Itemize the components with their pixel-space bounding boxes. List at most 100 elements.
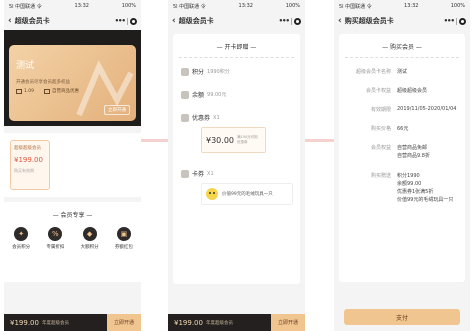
divider-stripe	[141, 139, 168, 142]
gift-coupon-row: 优惠券 X1	[173, 99, 300, 122]
benefits-title-text: 会员专享	[60, 212, 85, 219]
purchase-row: 会员卡权益 超级超级会员	[339, 75, 465, 94]
capsule-divider	[127, 17, 128, 25]
status-bar: 5l 中国联通 令 13:32 100%	[168, 0, 305, 12]
card-coupon-icon	[44, 88, 51, 94]
card-perks: 1.09 自营商品优惠	[16, 88, 79, 94]
gift-title-text: 开卡即赠	[224, 44, 249, 51]
bottom-price-value: ¥199.00	[174, 318, 203, 327]
benefit-label: 券额红包	[114, 245, 133, 250]
close-target-icon[interactable]	[459, 17, 466, 25]
back-arrow-icon[interactable]: ‹	[338, 16, 342, 26]
gift-balance-row: 余额 99.00元	[173, 76, 300, 99]
bottom-purchase-bar: ¥199.00 年度超级会员 立即开通	[168, 314, 305, 331]
purchase-row: 超级会员卡名称 测试	[339, 58, 465, 75]
gift-panel: — 开卡即赠 — 积分 1990积分 余额 99.00元 优惠券 X1 ¥30.…	[173, 34, 300, 284]
discount-icon: %	[48, 227, 63, 241]
purchase-row: 有效期限 2019/11/05-2020/01/04	[339, 94, 465, 113]
gift-title: — 开卡即赠 —	[216, 44, 257, 51]
wallet-icon	[181, 90, 189, 99]
capsule-divider	[456, 17, 457, 25]
coupon-desc: 满100元可用 优惠券	[237, 135, 258, 144]
battery-text: 100%	[450, 3, 465, 9]
coupon-icon	[181, 113, 189, 122]
balance-label: 余额	[192, 92, 205, 99]
points-value: 1990积分	[207, 69, 230, 75]
capsule-menu[interactable]: •••	[444, 17, 466, 25]
points-icon: ◆	[82, 227, 97, 241]
coupon-count: X1	[213, 114, 220, 121]
benefit-list: ✦ 会员积分 % 专属折扣 ◆ 大额积分 ▣ 券额红包	[4, 227, 141, 250]
benefit-label: 专属折扣	[46, 245, 65, 250]
screenshot-collage: 5l 中国联通 令 13:32 100% ‹ 超级会员卡 ••• 测试 开通会员…	[0, 0, 472, 331]
back-arrow-icon[interactable]: ‹	[8, 16, 12, 26]
more-icon[interactable]: •••	[279, 17, 290, 25]
purchase-row-value: 超级超级会员	[397, 88, 428, 94]
purchase-row-value: 66元	[397, 126, 409, 132]
card-coupon: 自营商品优惠	[52, 89, 80, 94]
close-target-icon[interactable]	[130, 17, 137, 25]
capsule-menu[interactable]: •••	[279, 17, 301, 25]
open-now-button[interactable]: 立即开通	[271, 314, 305, 331]
gift-points-row: 积分 1990积分	[173, 58, 300, 76]
benefit-item[interactable]: % 专属折扣	[46, 227, 64, 250]
divider-stripe	[305, 139, 334, 142]
battery-text: 100%	[121, 3, 136, 9]
benefits-section: — 会员专享 — ✦ 会员积分 % 专属折扣 ◆ 大额积分 ▣ 券额红包	[4, 202, 141, 282]
toy-item-text: 价值99元的毛绒玩具一只	[222, 192, 273, 197]
page-title: 超级会员卡	[14, 17, 50, 25]
bottom-price-note: 年度超级会员	[205, 320, 233, 326]
carrier-text: 5l 中国联通 令	[173, 3, 206, 10]
bottom-price-note: 年度超级会员	[41, 320, 69, 326]
redpacket-icon: ▣	[116, 227, 131, 241]
points-label: 积分	[192, 69, 205, 76]
capsule-menu[interactable]: •••	[115, 17, 137, 25]
gift-icon: ✦	[14, 227, 29, 241]
toy-item[interactable]: 价值99元的毛绒玩具一只	[201, 183, 293, 205]
purchase-row-label: 会员权益	[370, 145, 391, 151]
balance-value: 99.00元	[207, 92, 227, 98]
page-title: 超级会员卡	[178, 17, 214, 25]
member-card-label: 超级超级会员	[14, 146, 41, 151]
phone-screen-gifts: 5l 中国联通 令 13:32 100% ‹ 超级会员卡 ••• — 开卡即赠 …	[168, 0, 305, 331]
purchase-row-value: 积分1990 余额99.00 优惠券1张满5折 价值99元的毛绒玩具一只	[397, 173, 454, 203]
member-price-card[interactable]: 超级超级会员 ¥199.00 购买有效期	[10, 140, 50, 190]
member-card-validity: 购买有效期	[14, 168, 34, 173]
benefit-item[interactable]: ✦ 会员积分	[12, 227, 30, 250]
coupon-label: 优惠券	[192, 115, 211, 122]
card-coupon-count: X1	[207, 170, 214, 177]
coupon-ticket[interactable]: ¥30.00 满100元可用 优惠券	[201, 127, 266, 153]
card-coupon-label: 卡券	[192, 171, 205, 178]
phone-screen-purchase: 5l 中国联通 令 13:32 100% ‹ 购买超级会员卡 ••• — 购买会…	[334, 0, 470, 331]
time-text: 13:32	[74, 3, 89, 9]
pay-button[interactable]: 支付	[344, 309, 460, 325]
carrier-text: 5l 中国联通 令	[339, 3, 372, 10]
close-target-icon[interactable]	[294, 17, 301, 25]
open-now-button[interactable]: 立即开通	[107, 314, 141, 331]
nav-bar: ‹ 超级会员卡 •••	[168, 12, 305, 30]
card-open-button[interactable]: 立即开通	[104, 105, 130, 115]
benefit-item[interactable]: ▣ 券额红包	[115, 227, 133, 250]
purchase-row-value: 自营商品免邮 自营商品9.8折	[397, 145, 430, 159]
bottom-purchase-bar: ¥199.00 年度超级会员 立即开通	[4, 314, 141, 331]
purchase-row-label: 购买赠送	[370, 173, 391, 179]
more-icon[interactable]: •••	[444, 17, 455, 25]
purchase-row-label: 有效期限	[370, 107, 391, 113]
card-points-icon	[16, 88, 22, 94]
page-title: 购买超级会员卡	[344, 17, 394, 25]
capsule-divider	[291, 17, 292, 25]
back-arrow-icon[interactable]: ‹	[172, 16, 176, 26]
battery-text: 100%	[285, 3, 300, 9]
benefits-title: — 会员专享 —	[52, 212, 93, 219]
card-name: 测试	[16, 61, 35, 71]
member-card-price: ¥199.00	[14, 156, 43, 164]
purchase-row-label: 购买价格	[370, 126, 391, 132]
header-dark-band: 测试 开通会员尽享会员超多权益 1.09 自营商品优惠 立即开通	[4, 30, 141, 126]
benefit-item[interactable]: ◆ 大额积分	[81, 227, 99, 250]
bottom-price: ¥199.00 年度超级会员	[168, 314, 271, 331]
member-card[interactable]: 测试 开通会员尽享会员超多权益 1.09 自营商品优惠 立即开通	[9, 45, 136, 121]
more-icon[interactable]: •••	[115, 17, 126, 25]
benefit-label: 会员积分	[12, 245, 31, 250]
benefit-label: 大额积分	[80, 245, 99, 250]
gift-cardcoupon-row: 卡券 X1	[173, 153, 300, 178]
